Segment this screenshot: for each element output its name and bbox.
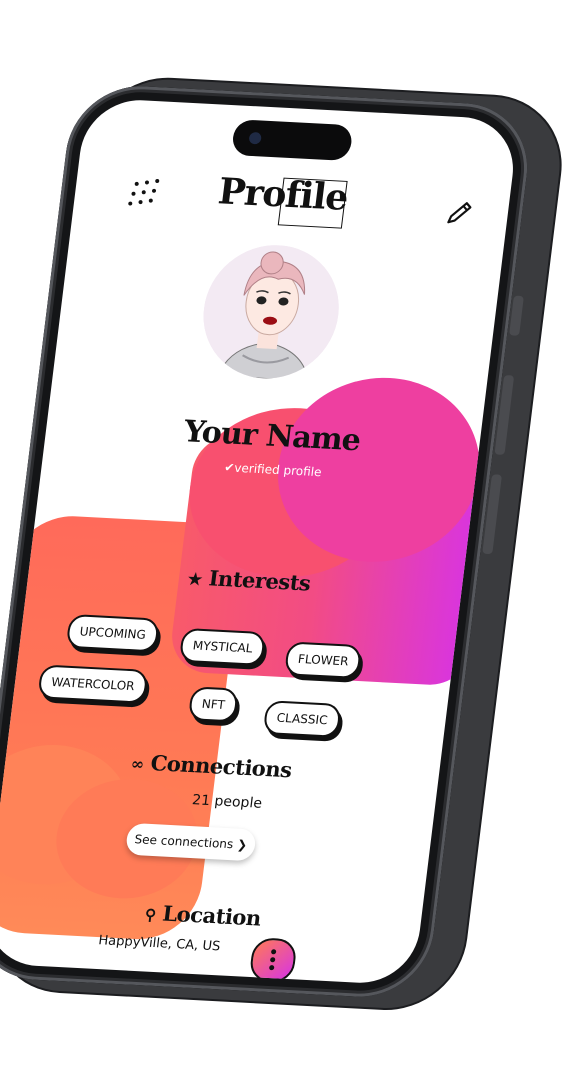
pencil-icon[interactable] [442,198,476,229]
interest-chip[interactable]: NFT [187,686,239,723]
see-connections-button[interactable]: See connections ❯ [124,822,257,862]
grid-dots-icon[interactable] [128,178,166,211]
dot [128,201,133,206]
rings-icon: ∞ [129,754,145,774]
avatar [195,241,347,382]
phone-mockup: Profile Your Name ✔verified profile ★ In… [0,75,567,1012]
dot [134,181,139,187]
location-pin-icon: ⚲ [143,905,157,925]
star-icon: ★ [186,569,203,589]
stage: Profile Your Name ✔verified profile ★ In… [0,0,567,1077]
avatar-illustration [195,241,347,382]
interest-chip[interactable]: MYSTICAL [178,627,267,666]
dot [144,180,150,185]
interest-chip[interactable]: WATERCOLOR [37,664,149,704]
more-dots-icon [269,957,276,963]
dot [131,191,136,196]
dot [151,188,157,193]
camera-icon [248,131,262,145]
more-dots-icon [268,965,275,971]
more-options-button[interactable] [248,937,298,984]
interest-chip[interactable]: CLASSIC [262,700,342,738]
interest-chip[interactable]: FLOWER [283,641,363,680]
interests-title: Interests [207,565,312,596]
phone-screen: Profile Your Name ✔verified profile ★ In… [0,97,520,986]
see-connections-label: See connections [133,832,235,852]
dynamic-island [230,119,354,162]
dot [148,198,154,203]
dot [141,190,147,195]
dot [138,200,143,205]
chevron-right-icon: ❯ [236,837,249,852]
title-frame [277,177,348,229]
more-dots-icon [270,949,277,955]
location-title: Location [161,900,263,931]
dot [154,178,160,184]
interest-chip[interactable]: UPCOMING [65,613,160,653]
location-value: HappyVille, CA, US [97,933,222,955]
